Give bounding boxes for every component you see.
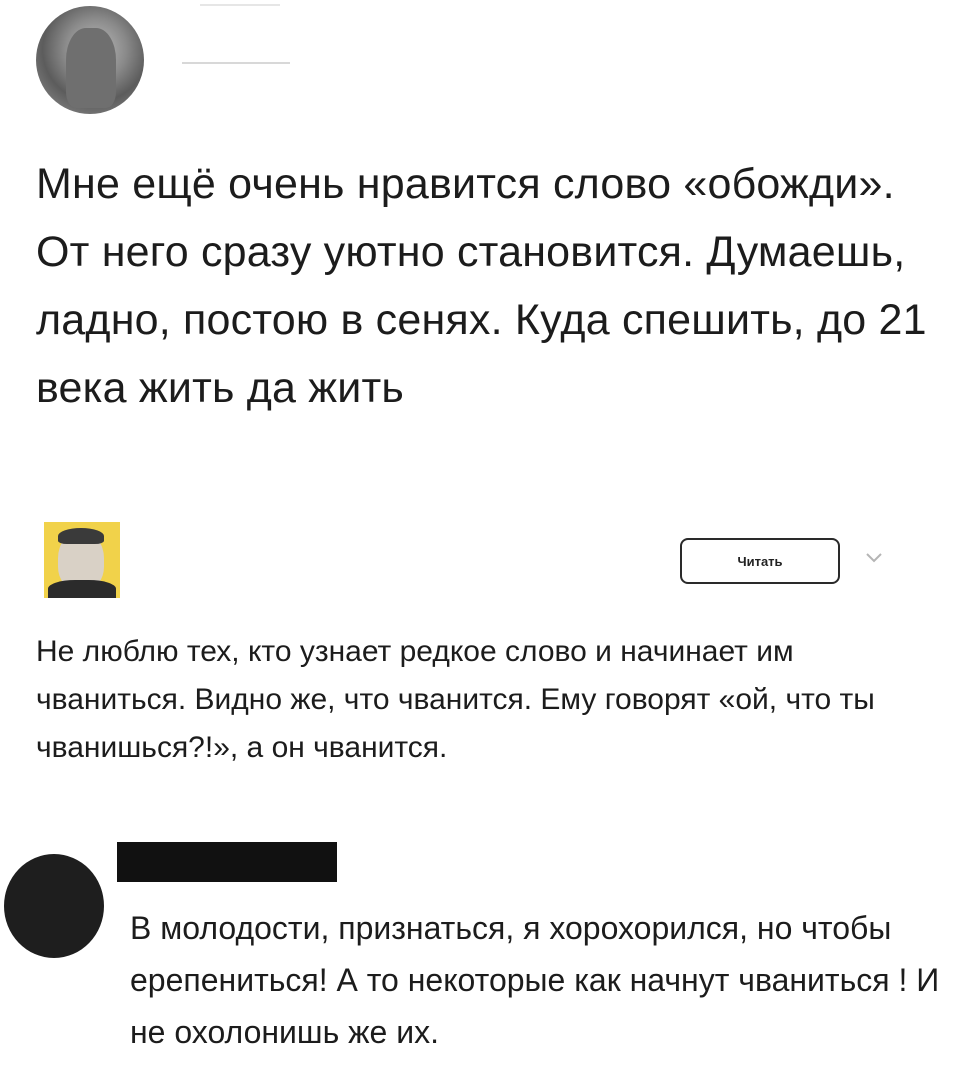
divider <box>200 4 280 6</box>
avatar[interactable] <box>4 854 104 958</box>
avatar-hair <box>58 528 104 544</box>
avatar[interactable] <box>44 522 120 598</box>
follow-button[interactable]: Читать <box>680 538 840 584</box>
chevron-down-icon[interactable] <box>864 548 884 568</box>
comment-text: В молодости, признаться, я хорохорился, … <box>130 910 940 1050</box>
post-text: Мне ещё очень нравится слово «обожди». О… <box>36 160 927 412</box>
avatar-shirt <box>48 580 116 598</box>
post-text: Не люблю тех, кто узнает редкое слово и … <box>36 635 875 764</box>
avatar[interactable] <box>36 6 144 114</box>
username-placeholder <box>182 62 290 64</box>
redacted-username <box>117 842 337 882</box>
avatar-image <box>66 28 116 108</box>
